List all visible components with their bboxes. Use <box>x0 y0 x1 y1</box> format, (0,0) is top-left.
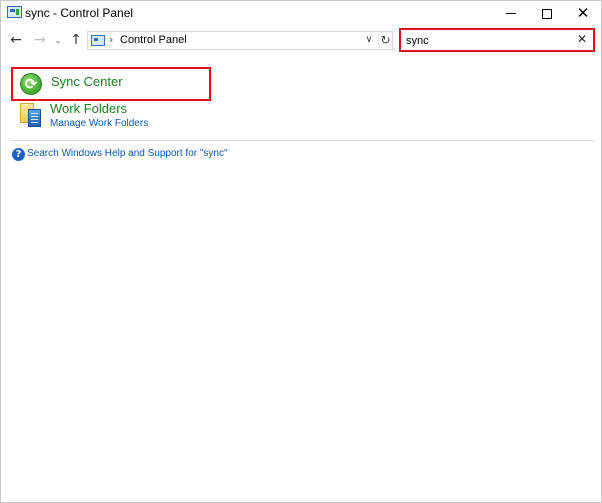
arrow-left-icon: ← <box>10 32 22 48</box>
breadcrumb-separator-icon[interactable]: › <box>109 33 113 46</box>
address-bar[interactable]: › Control Panel ∨ ↻ <box>87 31 393 50</box>
help-search-link[interactable]: Search Windows Help and Support for "syn… <box>27 148 228 159</box>
forward-button[interactable]: → <box>31 30 49 50</box>
result-work-folders: Work Folders Manage Work Folders <box>11 97 311 133</box>
arrow-right-icon: → <box>34 32 46 48</box>
arrow-up-icon: ↑ <box>70 32 82 48</box>
address-dropdown-icon[interactable]: ∨ <box>362 34 376 48</box>
close-button[interactable]: ✕ <box>565 1 601 26</box>
sync-center-link[interactable]: Sync Center <box>51 74 123 89</box>
refresh-icon[interactable]: ↻ <box>378 33 392 48</box>
maximize-icon <box>542 8 552 19</box>
divider <box>11 140 595 141</box>
help-icon: ? <box>12 148 25 161</box>
control-panel-window: sync - Control Panel ✕ ← → ⌄ ↑ › Control… <box>0 0 602 503</box>
recent-locations-button[interactable]: ⌄ <box>52 30 64 50</box>
clear-search-icon[interactable]: ✕ <box>575 32 589 48</box>
control-panel-icon <box>7 6 22 18</box>
sync-icon[interactable] <box>20 73 42 95</box>
minimize-button[interactable] <box>493 1 529 26</box>
breadcrumb-control-panel[interactable]: Control Panel <box>120 34 187 46</box>
title-bar[interactable]: sync - Control Panel ✕ <box>1 1 601 26</box>
work-folders-link[interactable]: Work Folders <box>50 101 127 116</box>
maximize-button[interactable] <box>529 1 565 26</box>
back-button[interactable]: ← <box>7 30 25 50</box>
close-icon: ✕ <box>576 4 590 22</box>
control-panel-icon <box>91 35 105 46</box>
chevron-down-icon: ⌄ <box>54 35 62 45</box>
search-box[interactable]: ✕ <box>399 28 595 52</box>
building-shape <box>28 109 41 127</box>
work-folders-icon[interactable] <box>20 101 42 127</box>
result-sync-center[interactable]: Sync Center <box>11 67 211 101</box>
manage-work-folders-link[interactable]: Manage Work Folders <box>50 118 148 129</box>
window-title: sync - Control Panel <box>25 6 134 20</box>
search-input[interactable] <box>406 33 566 48</box>
navigation-bar: ← → ⌄ ↑ › Control Panel ∨ ↻ ✕ <box>1 28 601 52</box>
up-button[interactable]: ↑ <box>68 30 84 50</box>
minimize-icon <box>506 13 516 14</box>
